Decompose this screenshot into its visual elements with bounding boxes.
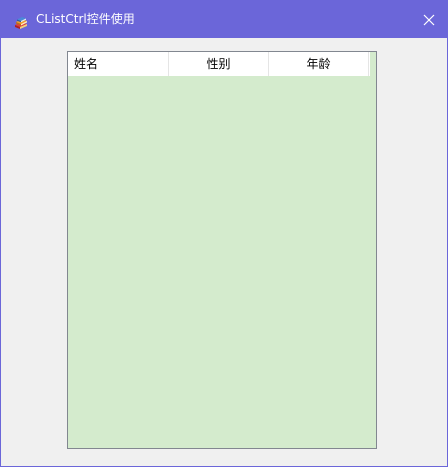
column-header-gender[interactable]: 性别: [169, 52, 269, 76]
dialog-window: CListCtrl控件使用 姓名 性别 年龄: [0, 0, 448, 467]
column-header-age[interactable]: 年龄: [269, 52, 369, 76]
list-header: 姓名 性别 年龄: [68, 52, 370, 76]
title-bar[interactable]: CListCtrl控件使用: [1, 1, 447, 38]
close-icon: [423, 14, 435, 25]
app-books-icon: [14, 15, 28, 29]
client-area: 姓名 性别 年龄: [1, 38, 447, 466]
window-title: CListCtrl控件使用: [36, 12, 135, 26]
close-button[interactable]: [411, 1, 447, 38]
column-header-name[interactable]: 姓名: [68, 52, 169, 76]
list-control[interactable]: 姓名 性别 年龄: [67, 51, 377, 449]
list-body[interactable]: [68, 76, 376, 448]
